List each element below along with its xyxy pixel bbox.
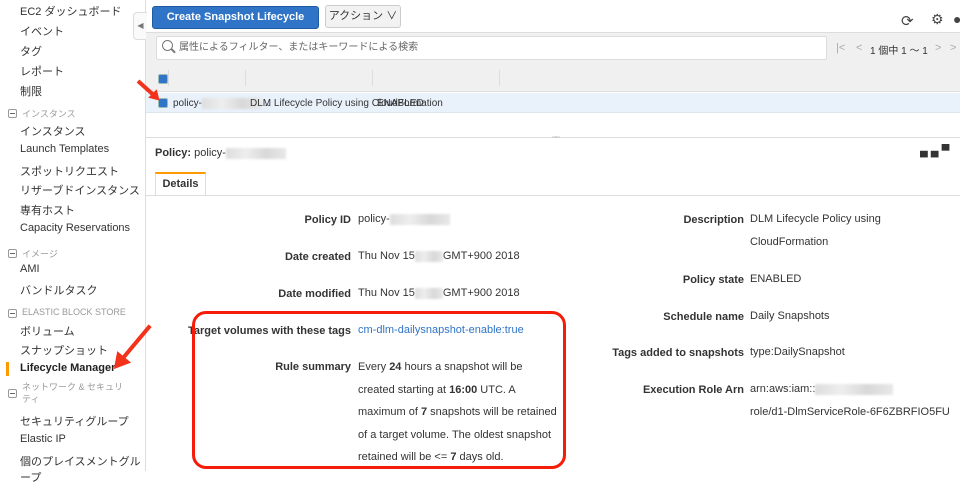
- nav-tags[interactable]: タグ: [20, 43, 42, 59]
- prev-page-icon[interactable]: <: [856, 42, 862, 54]
- help-icon[interactable]: ●: [953, 11, 960, 27]
- section-label: インスタンス: [22, 109, 76, 119]
- nav-reserved-instances[interactable]: リザーブドインスタンス: [20, 182, 140, 198]
- pagination-text: 1 個中 1 〜 1: [870, 46, 928, 57]
- description-value: DLM Lifecycle Policy using CloudFormatio…: [750, 213, 881, 248]
- snapshot-tags-label: Tags added to snapshots: [612, 347, 744, 359]
- nav-reports[interactable]: レポート: [20, 63, 64, 79]
- section-label: イメージ: [22, 249, 58, 259]
- nav-elastic-ip[interactable]: Elastic IP: [20, 433, 66, 445]
- execution-role-label: Execution Role Arn: [642, 384, 744, 396]
- nav-bundle-tasks[interactable]: バンドルタスク: [20, 282, 98, 298]
- policy-state-label: Policy state: [682, 274, 744, 286]
- section-network[interactable]: ネットワーク & セキュリティ: [8, 381, 128, 405]
- nav-security-groups[interactable]: セキュリティグループ: [20, 413, 129, 429]
- nav-lifecycle-manager[interactable]: Lifecycle Manager: [20, 362, 115, 374]
- policy-id-label: Policy ID: [304, 214, 351, 226]
- gear-icon[interactable]: ⚙: [931, 11, 944, 28]
- schedule-name-value: Daily Snapshots: [750, 310, 830, 322]
- sidebar: EC2 ダッシュボード イベント タグ レポート 制限 インスタンス インスタン…: [0, 0, 146, 484]
- collapse-icon: [8, 109, 17, 118]
- refresh-icon[interactable]: ⟳: [901, 12, 914, 30]
- select-all-checkbox[interactable]: [158, 74, 168, 84]
- collapse-icon: [8, 389, 17, 398]
- nav-events[interactable]: イベント: [20, 23, 64, 39]
- nav-volumes[interactable]: ボリューム: [20, 323, 75, 339]
- nav-ec2-dashboard[interactable]: EC2 ダッシュボード: [20, 3, 121, 19]
- collapse-icon: [8, 249, 17, 258]
- row-state: ENABLED: [377, 98, 424, 109]
- nav-dedicated-hosts[interactable]: 専有ホスト: [20, 202, 75, 218]
- first-page-icon[interactable]: |<: [836, 42, 845, 54]
- schedule-name-label: Schedule name: [663, 311, 744, 323]
- tab-details[interactable]: Details: [155, 172, 206, 195]
- section-images[interactable]: イメージ: [8, 247, 58, 260]
- layout-icons[interactable]: ▄▄▀: [920, 145, 952, 157]
- search-placeholder: 属性によるフィルター、またはキーワードによる検索: [179, 42, 419, 53]
- active-indicator: [6, 362, 9, 376]
- nav-instances[interactable]: インスタンス: [20, 123, 86, 139]
- section-ebs[interactable]: ELASTIC BLOCK STORE: [8, 307, 126, 318]
- description-label: Description: [683, 214, 744, 226]
- search-input[interactable]: 属性によるフィルター、またはキーワードによる検索: [156, 36, 827, 60]
- highlight-box: [192, 311, 566, 469]
- drag-handle-icon[interactable]: ▫▫▫: [552, 134, 559, 141]
- create-policy-button[interactable]: Create Snapshot Lifecycle Policy: [152, 6, 319, 44]
- date-modified-label: Date modified: [278, 288, 351, 300]
- actions-dropdown[interactable]: アクション ∨: [325, 5, 401, 28]
- section-instances[interactable]: インスタンス: [8, 107, 76, 120]
- policy-heading: Policy: policy-: [155, 147, 286, 159]
- search-icon: [162, 40, 173, 51]
- nav-placement-groups[interactable]: 個のプレイスメントグループ: [20, 453, 145, 485]
- nav-spot-requests[interactable]: スポットリクエスト: [20, 163, 119, 179]
- policy-id-value: policy-: [358, 208, 450, 231]
- nav-launch-templates[interactable]: Launch Templates: [20, 143, 109, 155]
- last-page-icon[interactable]: >: [950, 42, 956, 54]
- nav-capacity-reservations[interactable]: Capacity Reservations: [20, 222, 130, 234]
- section-label: ネットワーク & セキュリティ: [22, 382, 124, 404]
- snapshot-tags-value: type:DailySnapshot: [750, 346, 845, 358]
- next-page-icon[interactable]: >: [935, 42, 941, 54]
- section-label: ELASTIC BLOCK STORE: [22, 307, 126, 317]
- collapse-sidebar-button[interactable]: ◀: [133, 12, 147, 40]
- date-created-value: Thu Nov 15 GMT+900 2018: [358, 250, 520, 262]
- nav-ami[interactable]: AMI: [20, 263, 40, 275]
- nav-snapshots[interactable]: スナップショット: [20, 342, 108, 358]
- table-header: [146, 64, 960, 92]
- collapse-icon: [8, 309, 17, 318]
- policy-state-value: ENABLED: [750, 273, 802, 285]
- nav-limits[interactable]: 制限: [20, 83, 42, 99]
- date-created-label: Date created: [284, 251, 351, 263]
- execution-role-value: arn:aws:iam:: role/d1-DlmServiceRole-6F6Z…: [750, 383, 950, 418]
- date-modified-value: Thu Nov 15 GMT+900 2018: [358, 287, 520, 299]
